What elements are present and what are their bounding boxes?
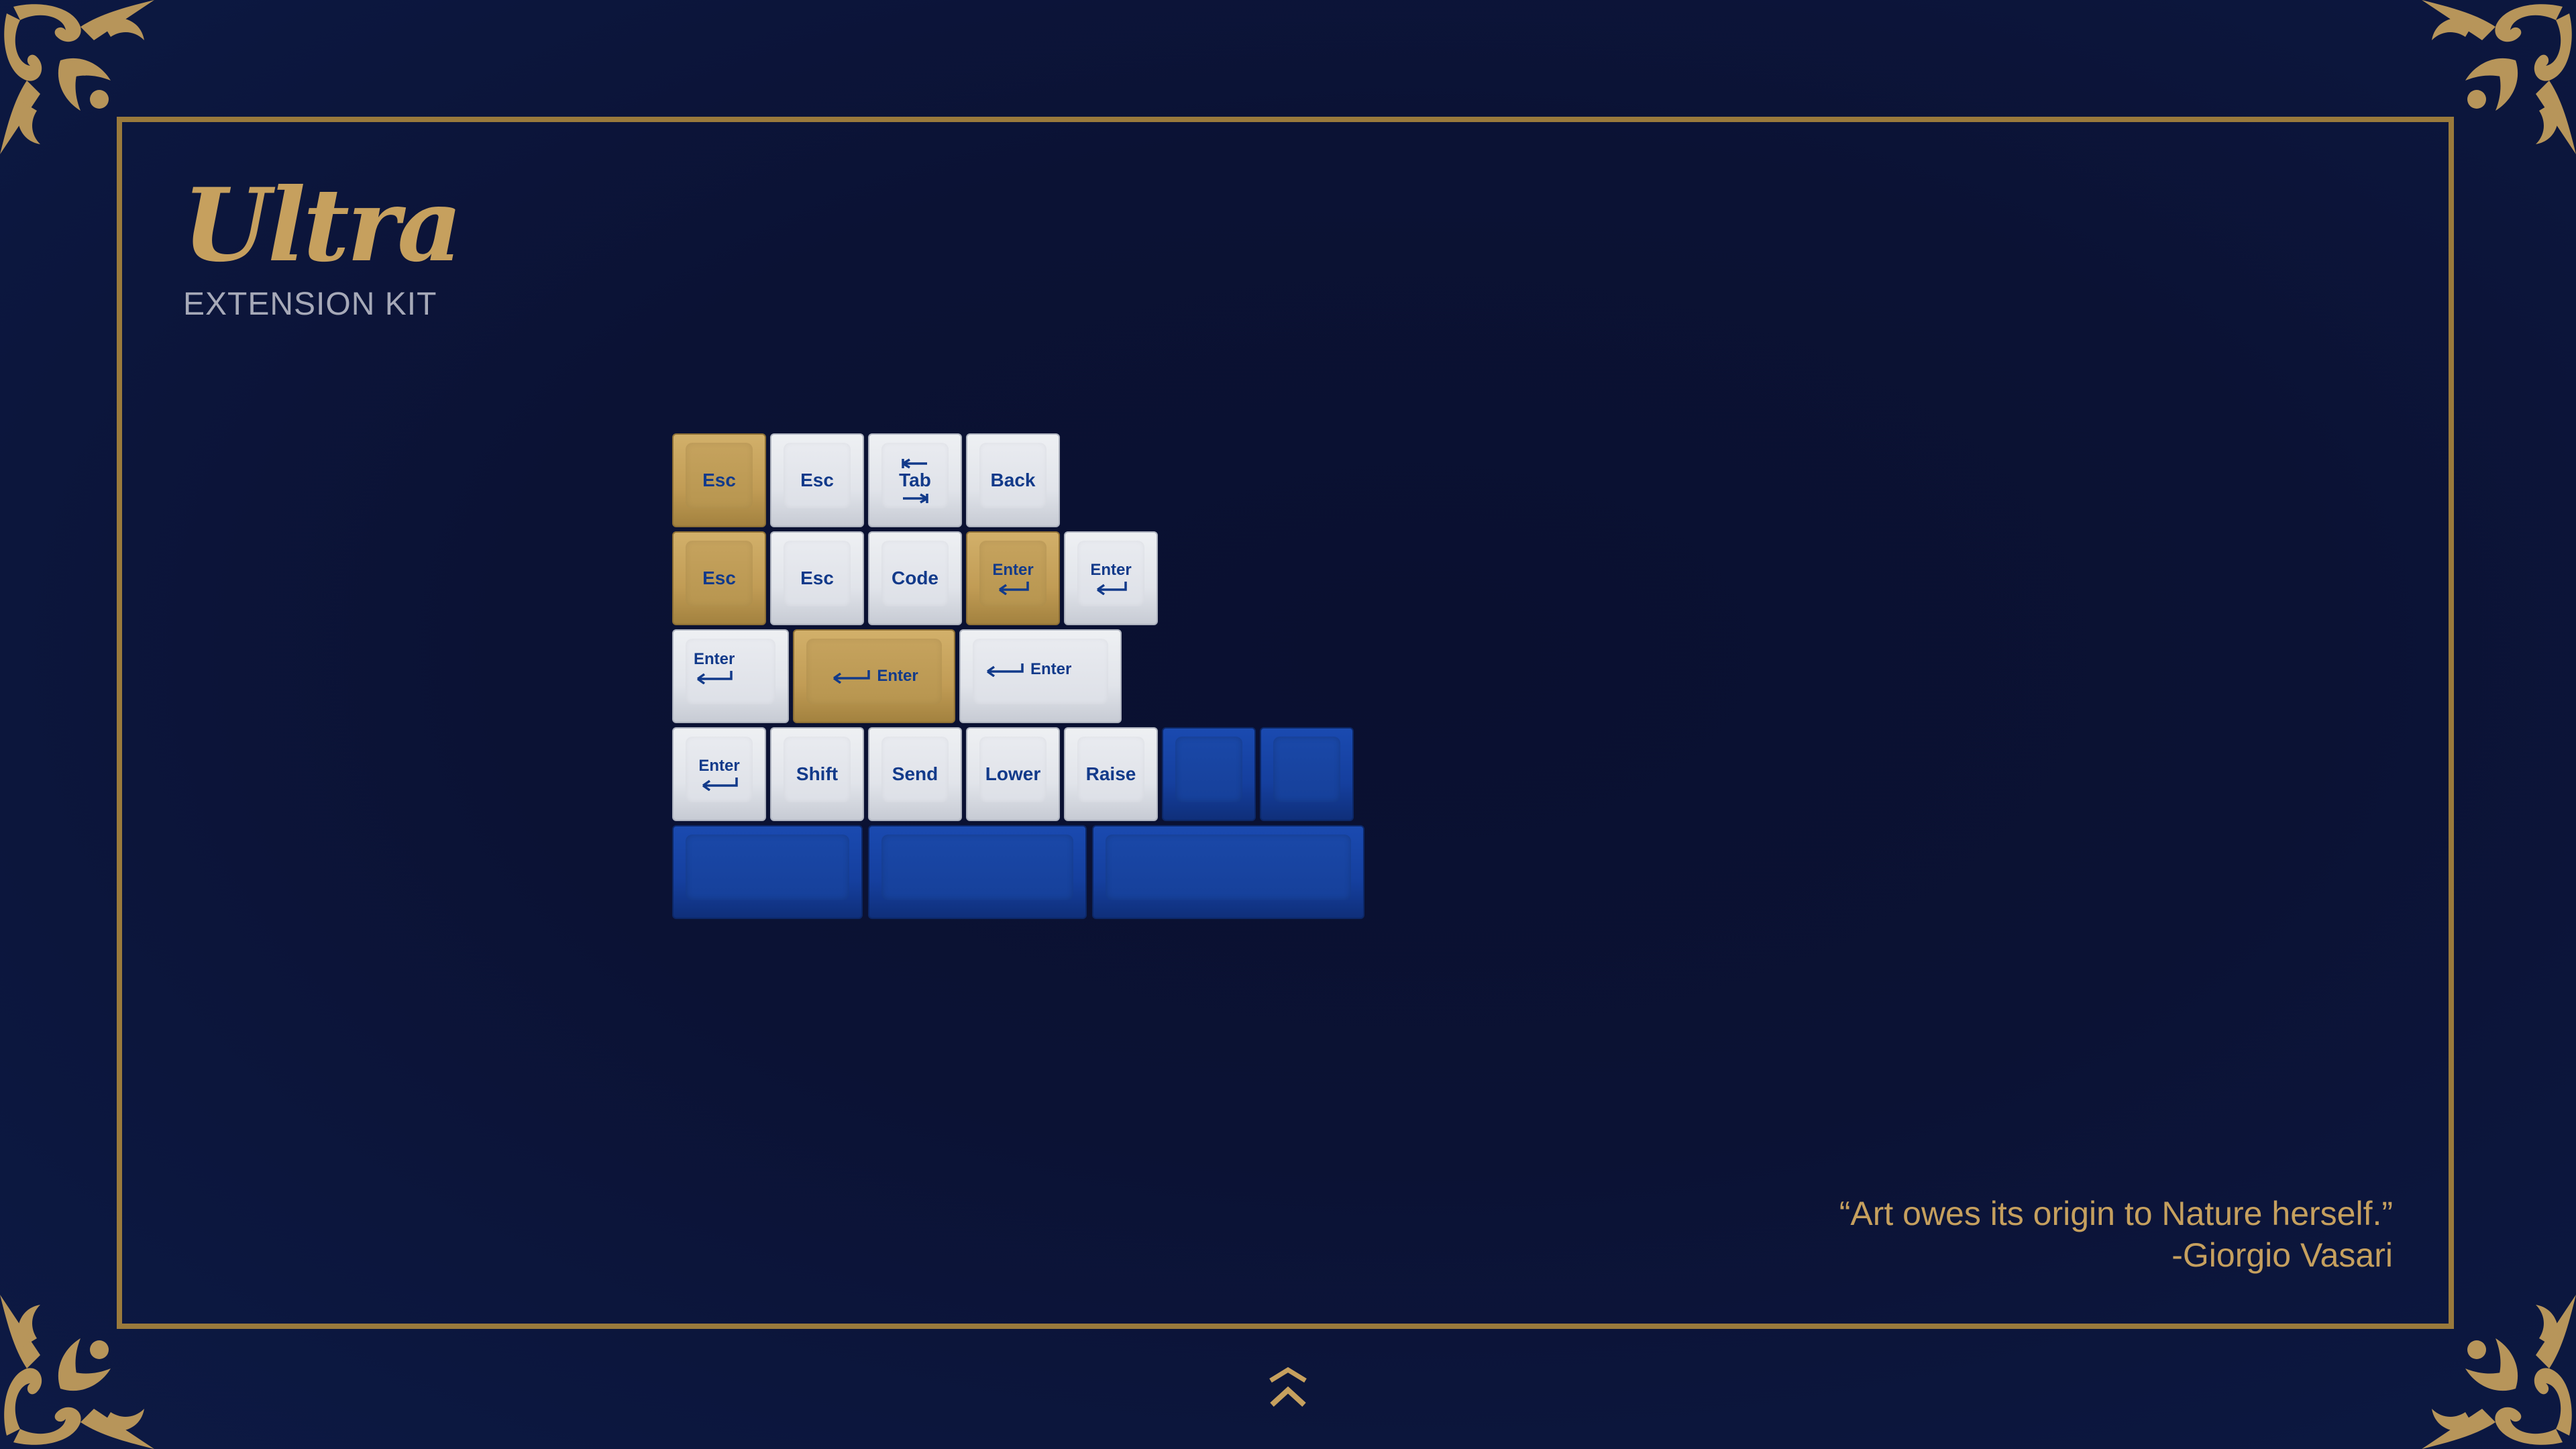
keycap-esc: Esc xyxy=(770,433,864,527)
keycap-enter-wide: Enter xyxy=(959,629,1122,723)
keycap-enter-legend-group: Enter xyxy=(830,665,918,687)
ornamental-flourish-icon xyxy=(2415,1288,2576,1449)
keycap-esc-gold: Esc xyxy=(672,531,766,625)
gold-frame-border xyxy=(117,117,2454,1329)
keycap-legend: Enter xyxy=(1090,561,1132,579)
page-subtitle: EXTENSION KIT xyxy=(183,286,437,322)
ornamental-flourish-icon xyxy=(0,1288,161,1449)
keycap-spacebar-blue xyxy=(672,825,863,919)
keycap-blank-blue xyxy=(1260,727,1354,821)
keycap-spacebar-blue xyxy=(1092,825,1364,919)
keycap-legend: Esc xyxy=(800,470,834,490)
ornamental-flourish-icon xyxy=(0,0,161,161)
quote-text: “Art owes its origin to Nature herself.” xyxy=(1839,1195,2393,1232)
tab-forward-arrow-icon xyxy=(902,493,928,504)
enter-arrow-icon xyxy=(1096,582,1127,595)
keycap-enter-legend-group: Enter xyxy=(694,651,735,684)
page-title: Ultra xyxy=(182,166,462,284)
keycap-legend: Raise xyxy=(1085,763,1136,784)
keycap-esc-gold: Esc xyxy=(672,433,766,527)
keycap-legend: Lower xyxy=(985,763,1041,784)
keycap-lower: Lower xyxy=(966,727,1060,821)
keycap-enter: Enter xyxy=(672,629,789,723)
keycap-legend: Tab xyxy=(899,470,931,490)
keycap-legend: Esc xyxy=(702,568,736,588)
keycap-raise: Raise xyxy=(1064,727,1158,821)
enter-arrow-icon xyxy=(986,663,1024,677)
keycap-legend: Code xyxy=(892,568,938,588)
keycap-enter-gold: Enter xyxy=(966,531,1060,625)
keycap-send: Send xyxy=(868,727,962,821)
enter-arrow-icon xyxy=(702,777,738,791)
enter-arrow-icon xyxy=(833,670,871,684)
keycap-legend: Send xyxy=(892,763,938,784)
keycap-spacebar-blue xyxy=(868,825,1087,919)
keycap-enter: Enter xyxy=(672,727,766,821)
keycap-legend: Esc xyxy=(800,568,834,588)
keycap-legend: Enter xyxy=(694,650,735,668)
keycap-legend: Enter xyxy=(877,667,918,685)
keycap-code: Code xyxy=(868,531,962,625)
keycap-tab-legend-group: Tab xyxy=(899,456,931,504)
keycap-legend: Back xyxy=(990,470,1036,490)
keycap-legend: Shift xyxy=(796,763,839,784)
keycap-enter-gold-wide: Enter xyxy=(793,629,955,723)
enter-arrow-icon xyxy=(696,671,733,684)
keycap-legend: Enter xyxy=(1030,660,1072,678)
keycap-enter-legend-group: Enter xyxy=(992,561,1034,595)
keycap-enter-legend-group: Enter xyxy=(983,659,1071,680)
enter-arrow-icon xyxy=(998,582,1029,595)
keycap-shift: Shift xyxy=(770,727,864,821)
keycap-enter-legend-group: Enter xyxy=(1090,561,1132,595)
ornamental-flourish-icon xyxy=(2415,0,2576,161)
keycap-enter: Enter xyxy=(1064,531,1158,625)
quote-block: “Art owes its origin to Nature herself.”… xyxy=(1839,1193,2393,1276)
keycap-legend: Enter xyxy=(992,561,1034,579)
keycap-enter-legend-group: Enter xyxy=(698,757,740,791)
keycap-legend: Enter xyxy=(698,757,740,775)
keycap-blank-blue xyxy=(1162,727,1256,821)
quote-author: -Giorgio Vasari xyxy=(2171,1236,2393,1274)
keycap-legend: Esc xyxy=(702,470,736,490)
chevron-crown-icon xyxy=(1267,1367,1309,1410)
keycap-tab: Tab xyxy=(868,433,962,527)
keycap-esc: Esc xyxy=(770,531,864,625)
tab-back-arrow-icon xyxy=(902,458,927,469)
keycap-back: Back xyxy=(966,433,1060,527)
